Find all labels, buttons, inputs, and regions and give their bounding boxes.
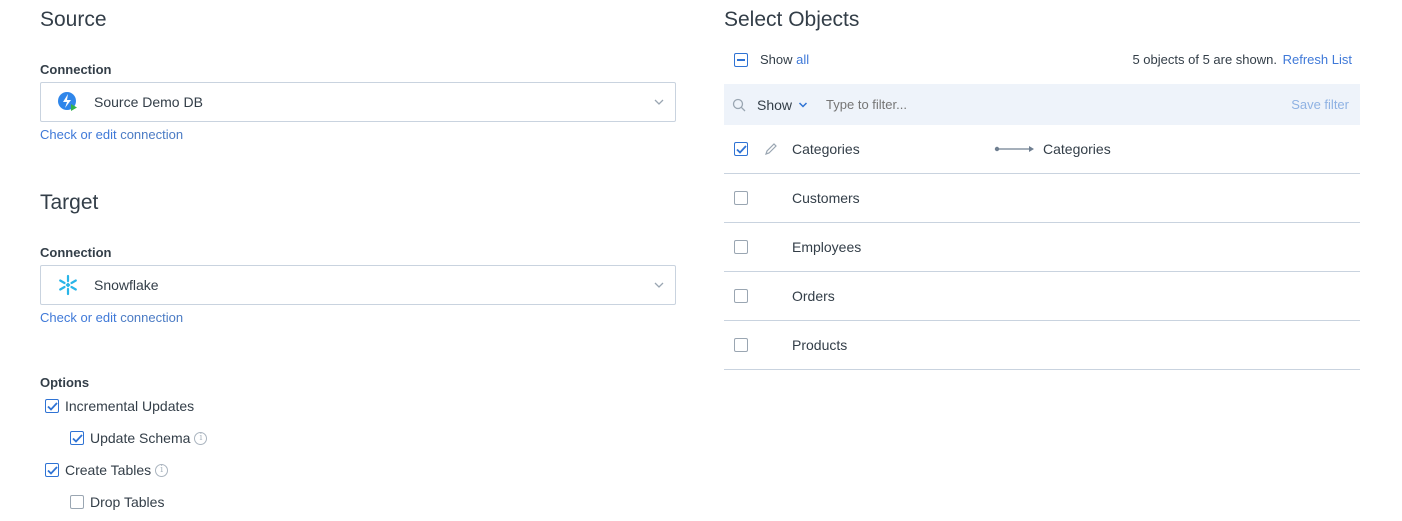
source-connection-value: Source Demo DB [94, 94, 203, 110]
checkbox-checked[interactable] [45, 463, 59, 477]
table-row[interactable]: Employees [724, 223, 1360, 272]
objects-list: Categories Categories Customers Employee… [724, 125, 1360, 370]
object-name: Products [792, 337, 848, 353]
checkbox-indeterminate[interactable] [734, 52, 748, 67]
option-create-tables[interactable]: Create Tables i [45, 462, 169, 478]
objects-count-text: 5 objects of 5 are shown. [1132, 52, 1277, 67]
checkbox-unchecked[interactable] [734, 191, 748, 205]
source-check-link-suffix[interactable]: connection [117, 127, 183, 142]
object-name: Categories [792, 141, 860, 157]
chevron-down-icon [654, 282, 664, 288]
object-name: Customers [792, 190, 860, 206]
show-label: Show [760, 52, 793, 67]
table-row[interactable]: Categories Categories [724, 125, 1360, 174]
pencil-icon[interactable] [764, 142, 778, 156]
target-heading: Target [40, 191, 99, 214]
info-icon[interactable]: i [194, 431, 208, 445]
filter-input[interactable] [826, 97, 1292, 112]
filter-show-label: Show [757, 96, 793, 113]
checkbox-checked[interactable] [70, 431, 84, 445]
option-incremental-updates[interactable]: Incremental Updates [45, 398, 194, 414]
filter-show-dropdown[interactable]: Show [757, 97, 808, 113]
target-connection-select[interactable]: Snowflake [40, 265, 676, 305]
checkbox-unchecked[interactable] [70, 495, 84, 509]
option-update-schema[interactable]: Update Schema i [70, 430, 208, 446]
show-all-link[interactable]: all [796, 52, 809, 67]
mapping-arrow-icon [994, 146, 1034, 152]
table-row[interactable]: Orders [724, 272, 1360, 321]
checkbox-checked[interactable] [734, 142, 748, 156]
snowflake-icon [57, 274, 79, 296]
chevron-down-icon [799, 101, 808, 108]
checkbox-checked[interactable] [45, 399, 59, 413]
objects-count: 5 objects of 5 are shown. Refresh List [1132, 52, 1352, 67]
checkbox-unchecked[interactable] [734, 240, 748, 254]
select-objects-heading: Select Objects [724, 8, 860, 31]
option-label: Create Tables [65, 462, 152, 478]
refresh-list-link[interactable]: Refresh List [1283, 52, 1352, 67]
search-icon [732, 98, 746, 111]
options-heading: Options [40, 375, 90, 390]
bolt-icon [57, 91, 79, 113]
target-connection-label: Connection [40, 245, 112, 260]
table-row[interactable]: Customers [724, 174, 1360, 223]
source-heading: Source [40, 8, 107, 31]
option-label: Update Schema [90, 430, 191, 446]
object-name: Orders [792, 288, 835, 304]
target-check-connection-link[interactable]: Check or edit connection [40, 310, 183, 325]
option-drop-tables[interactable]: Drop Tables [70, 494, 164, 510]
info-icon[interactable]: i [155, 463, 169, 477]
option-label: Incremental Updates [65, 398, 195, 414]
chevron-down-icon [654, 99, 664, 105]
option-label: Drop Tables [90, 494, 165, 510]
target-check-link-text[interactable]: Check or edit [40, 310, 117, 325]
checkbox-unchecked[interactable] [734, 338, 748, 352]
show-all-toggle[interactable]: Show all [734, 52, 809, 67]
source-check-connection-link[interactable]: Check or edit connection [40, 127, 183, 142]
source-connection-select[interactable]: Source Demo DB [40, 82, 676, 122]
target-check-link-suffix[interactable]: connection [117, 310, 183, 325]
save-filter-button[interactable]: Save filter [1291, 97, 1349, 112]
source-connection-label: Connection [40, 62, 112, 77]
target-connection-value: Snowflake [94, 277, 159, 293]
table-row[interactable]: Products [724, 321, 1360, 370]
filter-bar: Show Save filter [724, 84, 1360, 125]
object-name: Employees [792, 239, 862, 255]
target-object-name: Categories [1043, 141, 1111, 157]
checkbox-unchecked[interactable] [734, 289, 748, 303]
source-check-link-text[interactable]: Check or edit [40, 127, 117, 142]
